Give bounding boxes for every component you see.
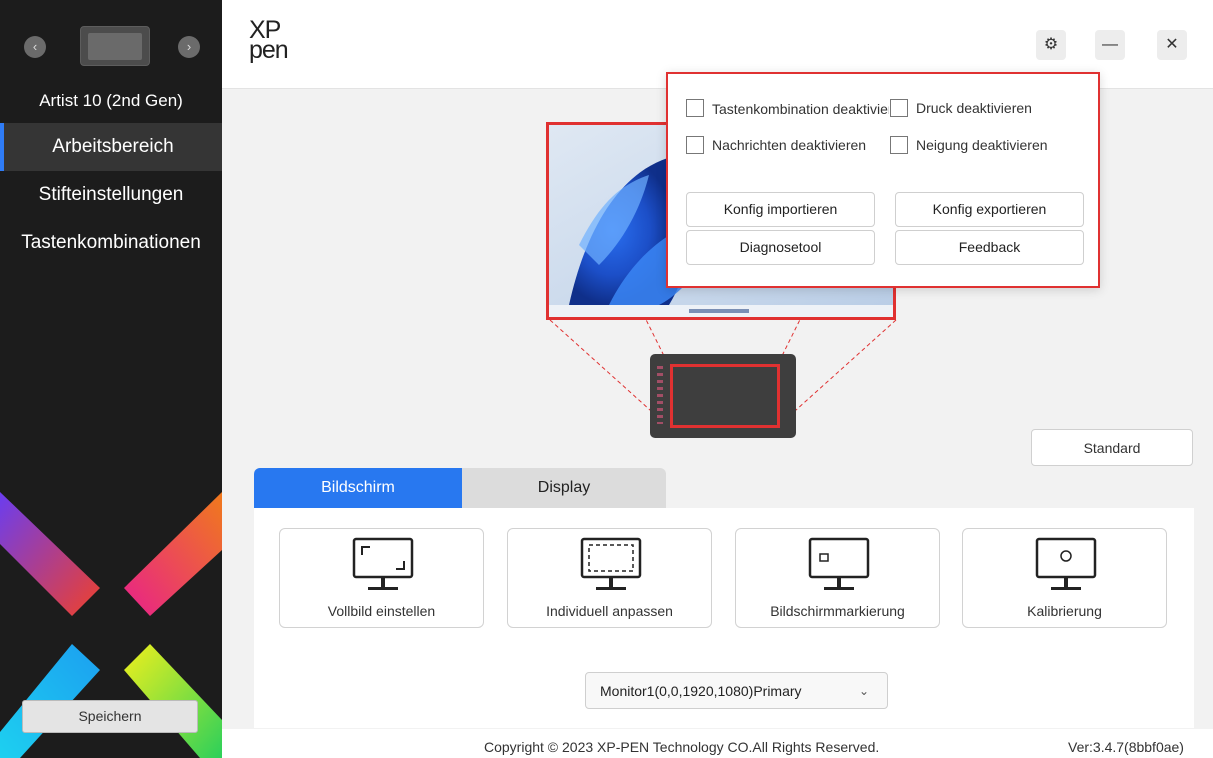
- calibration-label: Kalibrierung: [1027, 603, 1102, 619]
- next-device-button[interactable]: ›: [178, 36, 200, 58]
- device-switcher: ‹ ›: [0, 22, 222, 68]
- tablet-active-area: [670, 364, 780, 428]
- checkbox-box[interactable]: [890, 136, 908, 155]
- sidebar-item-arbeitsbereich[interactable]: Arbeitsbereich: [0, 123, 222, 171]
- screen-settings-panel: Vollbild einstellen Individuell anpassen…: [254, 508, 1194, 728]
- copyright-text: Copyright © 2023 XP-PEN Technology CO.Al…: [484, 739, 880, 755]
- checkbox-label: Tastenkombination deaktivieren: [712, 101, 889, 118]
- custom-area-card[interactable]: Individuell anpassen: [507, 528, 712, 628]
- sidebar-item-tastenkombinationen[interactable]: Tastenkombinationen: [0, 219, 222, 267]
- calibration-monitor-icon: [1035, 537, 1097, 590]
- checkbox-disable-pressure[interactable]: Druck deaktivieren: [890, 97, 1032, 119]
- settings-button[interactable]: ⚙: [1036, 30, 1066, 60]
- sidebar-item-stifteinstellungen[interactable]: Stifteinstellungen: [0, 171, 222, 219]
- screen-mark-label: Bildschirmmarkierung: [770, 603, 905, 619]
- tab-display[interactable]: Display: [462, 468, 666, 508]
- fullscreen-card[interactable]: Vollbild einstellen: [279, 528, 484, 628]
- checkbox-disable-shortcuts[interactable]: Tastenkombination deaktivieren: [686, 97, 889, 119]
- xppen-logo: XP pen: [249, 18, 299, 64]
- minimize-icon: —: [1102, 36, 1118, 53]
- calibration-card[interactable]: Kalibrierung: [962, 528, 1167, 628]
- tablet-illustration: [650, 354, 796, 438]
- screen-mark-monitor-icon: [808, 537, 870, 590]
- export-config-button[interactable]: Konfig exportieren: [895, 192, 1084, 227]
- prev-device-button[interactable]: ‹: [24, 36, 46, 58]
- monitor-dropdown[interactable]: Monitor1(0,0,1920,1080)Primary ⌄: [585, 672, 888, 709]
- close-icon: ✕: [1165, 36, 1179, 53]
- checkbox-box[interactable]: [890, 99, 908, 118]
- save-button[interactable]: Speichern: [22, 700, 198, 733]
- gear-icon: ⚙: [1043, 36, 1059, 53]
- checkbox-disable-messages[interactable]: Nachrichten deaktivieren: [686, 134, 866, 156]
- diagnose-tool-button[interactable]: Diagnosetool: [686, 230, 875, 265]
- checkbox-label: Neigung deaktivieren: [916, 137, 1048, 153]
- sidebar: ‹ › Artist 10 (2nd Gen) Arbeitsbereich S…: [0, 0, 222, 758]
- checkbox-box[interactable]: [686, 99, 704, 118]
- fullscreen-label: Vollbild einstellen: [327, 603, 436, 619]
- tab-bar: Bildschirm Display: [254, 468, 666, 508]
- checkbox-disable-tilt[interactable]: Neigung deaktivieren: [890, 134, 1048, 156]
- tab-bildschirm[interactable]: Bildschirm: [254, 468, 462, 508]
- device-thumbnail: [80, 26, 150, 66]
- minimize-button[interactable]: —: [1095, 30, 1125, 60]
- standard-button[interactable]: Standard: [1031, 429, 1193, 466]
- tablet-express-keys: [657, 366, 663, 424]
- feedback-button[interactable]: Feedback: [895, 230, 1084, 265]
- device-name: Artist 10 (2nd Gen): [39, 91, 183, 110]
- checkbox-label: Druck deaktivieren: [916, 100, 1032, 116]
- chevron-down-icon: ⌄: [858, 684, 869, 698]
- custom-area-monitor-icon: [580, 537, 642, 590]
- logo-line-pen: pen: [249, 36, 289, 64]
- fullscreen-monitor-icon: [352, 537, 414, 590]
- version-text: Ver:3.4.7(8bbf0ae): [1068, 739, 1184, 755]
- monitor-dropdown-value: Monitor1(0,0,1920,1080)Primary: [600, 683, 802, 699]
- screen-mark-card[interactable]: Bildschirmmarkierung: [735, 528, 940, 628]
- custom-area-label: Individuell anpassen: [546, 603, 673, 619]
- import-config-button[interactable]: Konfig importieren: [686, 192, 875, 227]
- close-button[interactable]: ✕: [1157, 30, 1187, 60]
- sidebar-menu: Arbeitsbereich Stifteinstellungen Tasten…: [0, 123, 222, 267]
- settings-popup: Tastenkombination deaktivieren Druck dea…: [666, 72, 1100, 288]
- checkbox-box[interactable]: [686, 136, 704, 155]
- checkbox-label: Nachrichten deaktivieren: [712, 137, 867, 153]
